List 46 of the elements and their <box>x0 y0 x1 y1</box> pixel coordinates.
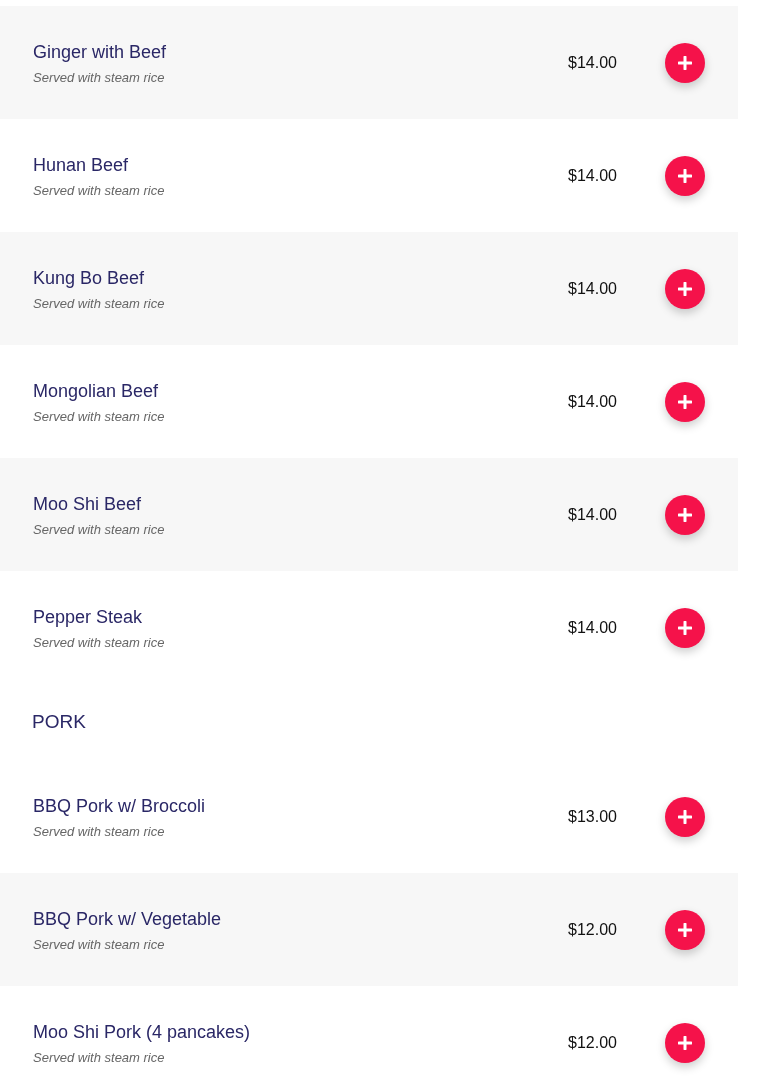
item-price: $13.00 <box>567 806 617 827</box>
item-price: $14.00 <box>567 52 617 73</box>
add-button[interactable] <box>665 1022 705 1063</box>
add-button[interactable] <box>665 381 705 422</box>
item-name: BBQ Pork w/ Broccoli <box>33 794 207 818</box>
item-price: $14.00 <box>567 504 617 525</box>
plus-icon <box>678 394 692 409</box>
item-price: $12.00 <box>567 919 617 940</box>
item-description: Served with steam rice <box>33 936 166 953</box>
item-description: Served with steam rice <box>33 295 166 312</box>
item-description: Served with steam rice <box>33 408 166 425</box>
item-name: Moo Shi Pork (4 pancakes) <box>33 1020 252 1044</box>
item-name: Mongolian Beef <box>33 379 160 403</box>
add-button[interactable] <box>665 607 705 648</box>
item-name: Hunan Beef <box>33 153 130 177</box>
item-price: $12.00 <box>567 1032 617 1053</box>
plus-icon <box>678 55 692 70</box>
plus-icon <box>678 809 692 824</box>
item-name: Ginger with Beef <box>33 40 168 64</box>
item-name: Moo Shi Beef <box>33 492 143 516</box>
add-button[interactable] <box>665 42 705 83</box>
plus-icon <box>678 922 692 937</box>
item-price: $14.00 <box>567 278 617 299</box>
item-price: $14.00 <box>567 391 617 412</box>
add-button[interactable] <box>665 268 705 309</box>
item-description: Served with steam rice <box>33 823 166 840</box>
item-price: $14.00 <box>567 617 617 638</box>
item-name: BBQ Pork w/ Vegetable <box>33 907 223 931</box>
section-heading: PORK <box>32 709 86 734</box>
add-button[interactable] <box>665 494 705 535</box>
add-button[interactable] <box>665 155 705 196</box>
plus-icon <box>678 507 692 522</box>
item-description: Served with steam rice <box>33 69 166 86</box>
add-button[interactable] <box>665 796 705 837</box>
add-button[interactable] <box>665 909 705 950</box>
plus-icon <box>678 1035 692 1050</box>
item-description: Served with steam rice <box>33 1049 166 1066</box>
plus-icon <box>678 168 692 183</box>
item-name: Kung Bo Beef <box>33 266 146 290</box>
item-price: $14.00 <box>567 165 617 186</box>
item-description: Served with steam rice <box>33 521 166 538</box>
item-description: Served with steam rice <box>33 182 166 199</box>
item-name: Pepper Steak <box>33 605 144 629</box>
plus-icon <box>678 620 692 635</box>
item-description: Served with steam rice <box>33 634 166 651</box>
plus-icon <box>678 281 692 296</box>
